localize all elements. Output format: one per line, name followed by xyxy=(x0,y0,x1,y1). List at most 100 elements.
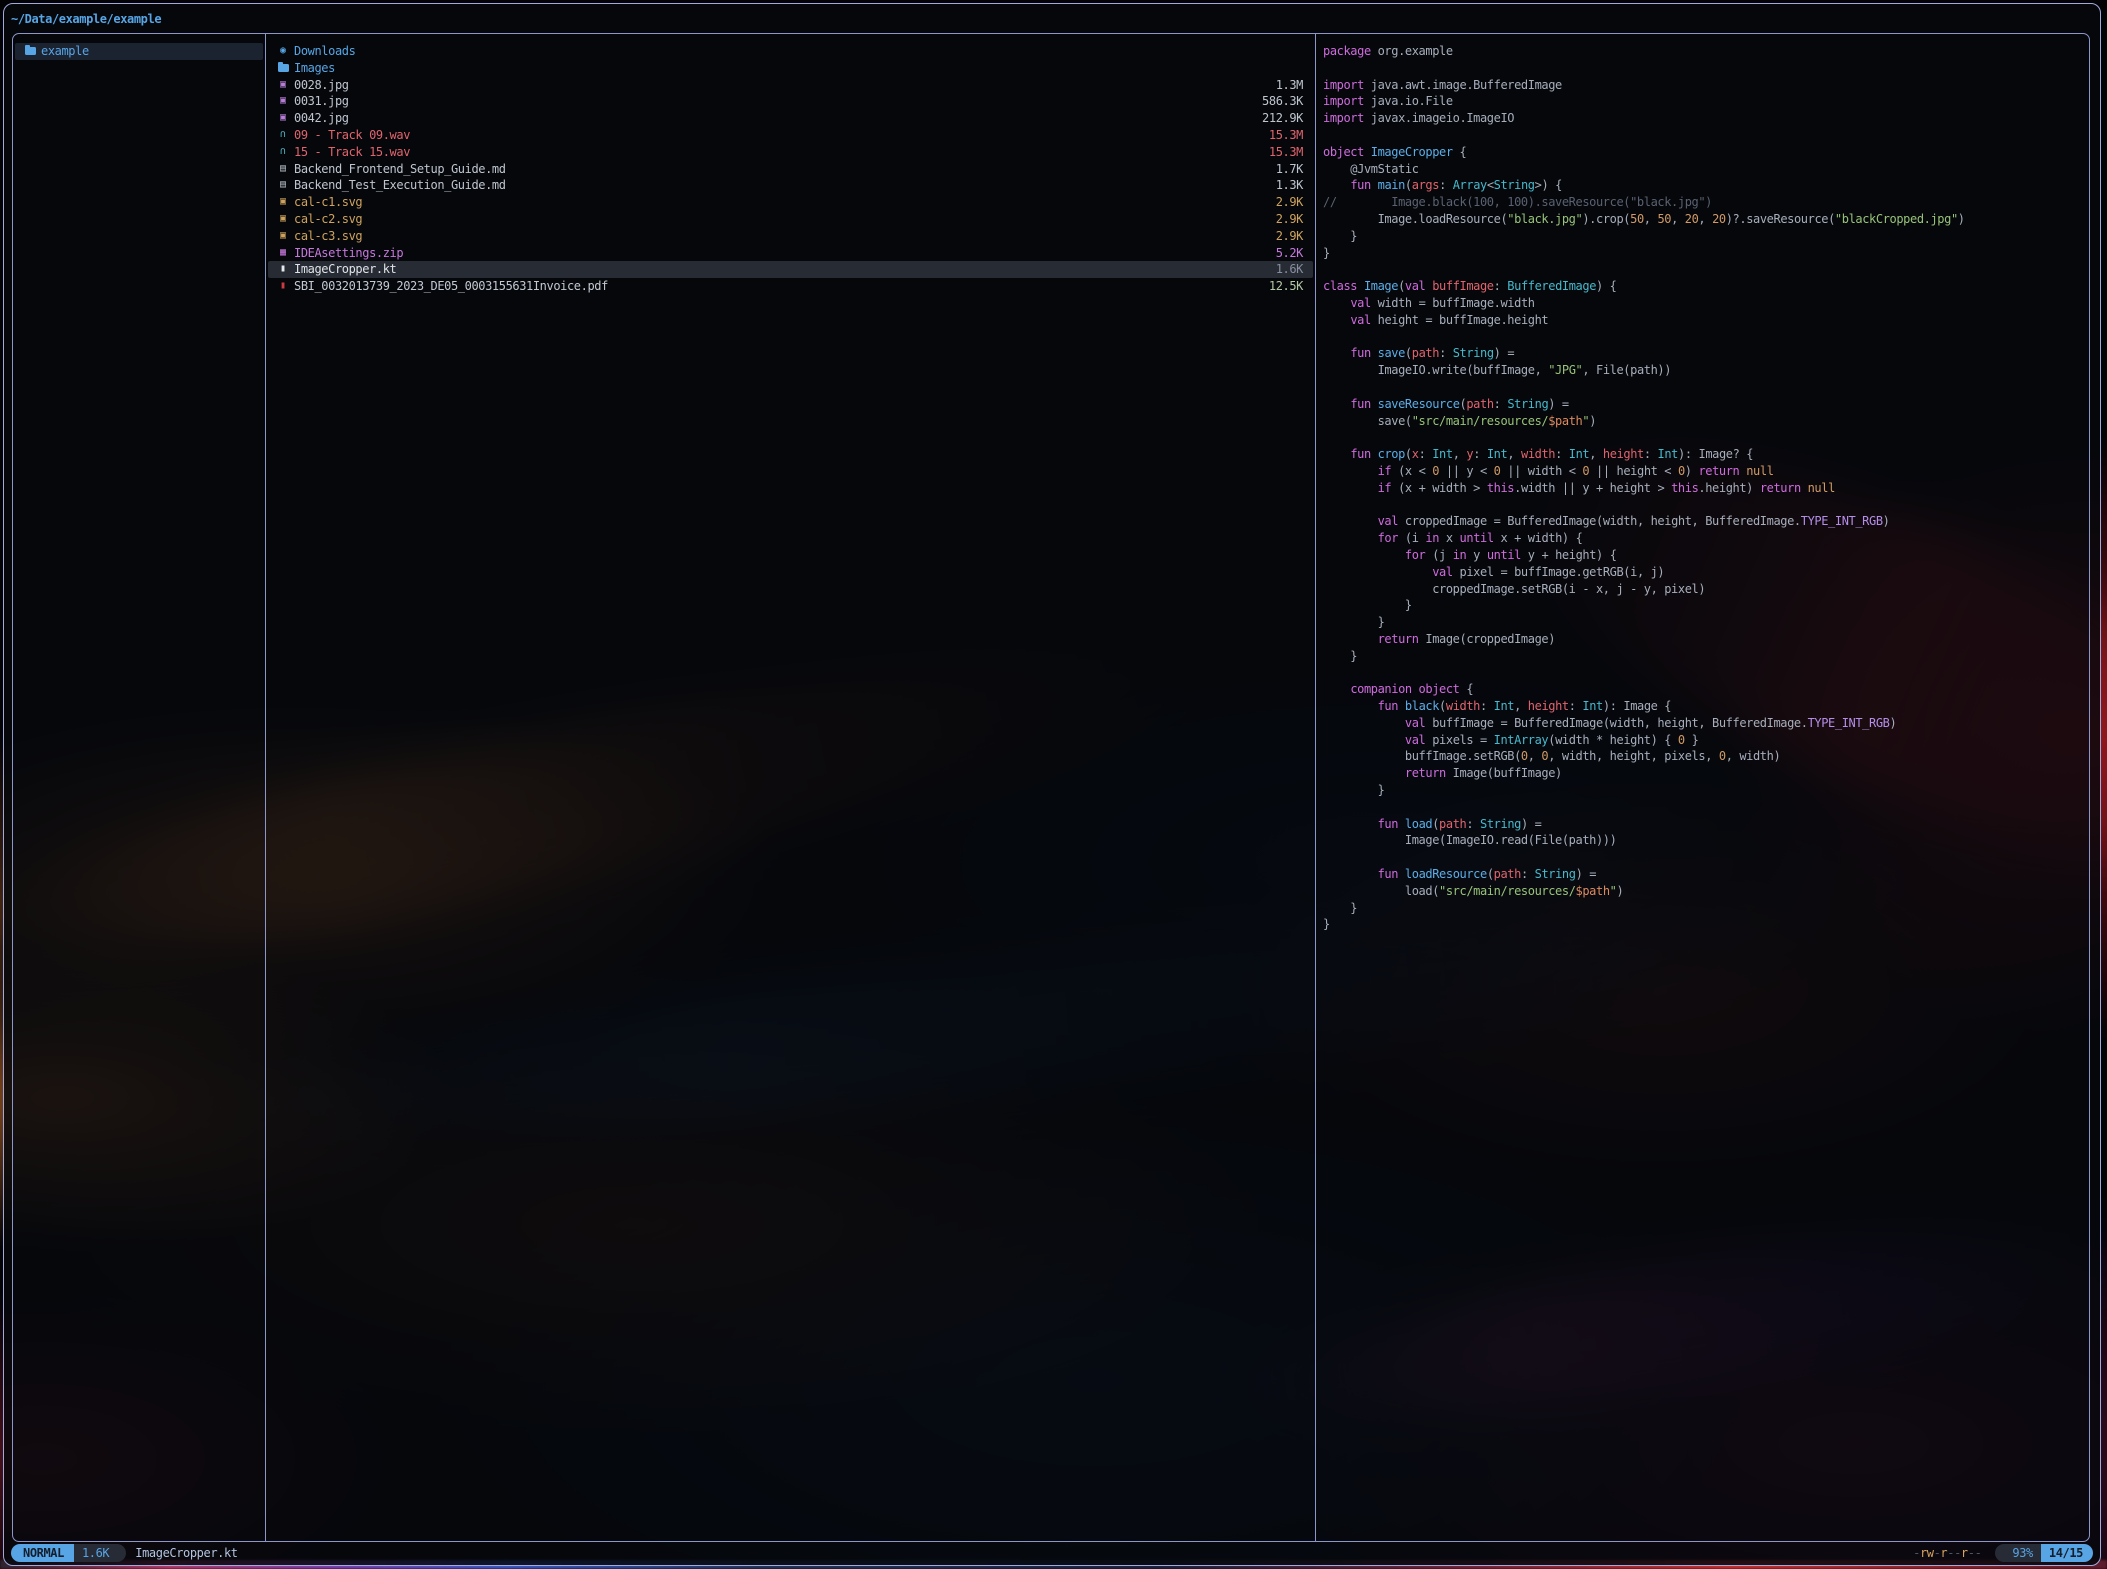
file-name: cal-c2.svg xyxy=(294,211,362,228)
file-row[interactable]: ▮SBI_0032013739_2023_DE05_0003155631Invo… xyxy=(268,278,1313,295)
file-size: 15.3M xyxy=(1259,144,1303,161)
file-row[interactable]: ▣cal-c3.svg2.9K xyxy=(268,228,1313,245)
code-line: val width = buffImage.width xyxy=(1323,295,2081,312)
terminal-window: ~/Data/example/example example ◉Download… xyxy=(3,3,2101,1566)
file-size: 2.9K xyxy=(1266,211,1303,228)
code-line: } xyxy=(1323,245,2081,262)
file-row[interactable]: ▣0042.jpg 212.9K xyxy=(268,110,1313,127)
code-line xyxy=(1323,127,2081,144)
breadcrumb-path: ~/Data/example/example xyxy=(11,9,161,29)
file-row[interactable]: ▣0031.jpg586.3K xyxy=(268,93,1313,110)
file-name: IDEAsettings.zip xyxy=(294,245,403,262)
file-row[interactable]: ▤Backend_Frontend_Setup_Guide.md1.7K xyxy=(268,161,1313,178)
file-row[interactable]: ▦IDEAsettings.zip 5.2K xyxy=(268,245,1313,262)
file-size: 2.9K xyxy=(1266,228,1303,245)
file-manager-panels: example ◉DownloadsImages▣0028.jpg1.3M▣00… xyxy=(12,33,2090,1542)
status-bar: NORMAL 1.6K ImageCropper.kt -rw-r--r-- 9… xyxy=(11,1544,2093,1562)
file-name: SBI_0032013739_2023_DE05_0003155631Invoi… xyxy=(294,278,608,295)
code-line: save("src/main/resources/$path") xyxy=(1323,413,2081,430)
markdown-icon: ▤ xyxy=(275,177,291,194)
list-position-badge: 14/15 xyxy=(2041,1544,2093,1562)
file-icon: ▮ xyxy=(275,261,291,278)
code-line xyxy=(1323,497,2081,514)
file-name: Downloads xyxy=(294,43,355,60)
folder-icon xyxy=(275,64,291,72)
file-size: 5.2K xyxy=(1266,245,1303,262)
code-line: croppedImage.setRGB(i - x, j - y, pixel) xyxy=(1323,581,2081,598)
file-row[interactable]: ◉Downloads xyxy=(268,43,1313,60)
image-icon: ▣ xyxy=(275,228,291,245)
code-line: Image(ImageIO.read(File(path))) xyxy=(1323,832,2081,849)
status-right-group: -rw-r--r-- 93% 14/15 xyxy=(1913,1544,2093,1562)
code-line: } xyxy=(1323,900,2081,917)
code-line: } xyxy=(1323,782,2081,799)
file-size: 212.9K xyxy=(1252,110,1303,127)
code-line xyxy=(1323,60,2081,77)
code-line xyxy=(1323,664,2081,681)
file-permissions: -rw-r--r-- xyxy=(1913,1546,1981,1560)
file-name: example xyxy=(41,43,89,60)
code-line: // Image.black(100, 100).saveResource("b… xyxy=(1323,194,2081,211)
file-size: 1.6K xyxy=(1266,261,1303,278)
file-row[interactable]: ∩15 - Track 15.wav15.3M xyxy=(268,144,1313,161)
badge-cap-icon xyxy=(117,1544,126,1562)
code-line: val croppedImage = BufferedImage(width, … xyxy=(1323,513,2081,530)
code-line: val height = buffImage.height xyxy=(1323,312,2081,329)
file-name: Backend_Test_Execution_Guide.md xyxy=(294,177,506,194)
archive-icon: ▦ xyxy=(275,245,291,262)
file-size: 1.7K xyxy=(1266,161,1303,178)
audio-icon: ∩ xyxy=(275,127,291,144)
code-line xyxy=(1323,799,2081,816)
code-line: object ImageCropper { xyxy=(1323,144,2081,161)
file-name: Backend_Frontend_Setup_Guide.md xyxy=(294,161,506,178)
folder-icon xyxy=(22,47,38,55)
parent-item[interactable]: example xyxy=(15,43,263,60)
code-line: class Image(val buffImage: BufferedImage… xyxy=(1323,278,2081,295)
code-line xyxy=(1323,429,2081,446)
file-row[interactable]: ▣cal-c2.svg 2.9K xyxy=(268,211,1313,228)
image-icon: ▣ xyxy=(275,194,291,211)
code-line: for (j in y until y + height) { xyxy=(1323,547,2081,564)
pdf-icon: ▮ xyxy=(275,278,291,295)
preview-pane[interactable]: package org.example import java.awt.image… xyxy=(1316,34,2089,1541)
code-line: return Image(buffImage) xyxy=(1323,765,2081,782)
scroll-percent-badge: 93% xyxy=(2004,1544,2040,1562)
file-row[interactable]: ▣cal-c1.svg2.9K xyxy=(268,194,1313,211)
file-name: 0042.jpg xyxy=(294,110,349,127)
image-icon: ▣ xyxy=(275,211,291,228)
image-icon: ▣ xyxy=(275,110,291,127)
code-line: package org.example xyxy=(1323,43,2081,60)
file-name: 09 - Track 09.wav xyxy=(294,127,410,144)
code-line xyxy=(1323,379,2081,396)
mode-badge: NORMAL xyxy=(11,1544,74,1562)
code-line: if (x + width > this.width || y + height… xyxy=(1323,480,2081,497)
code-line: import java.io.File xyxy=(1323,93,2081,110)
code-line xyxy=(1323,261,2081,278)
code-line: } xyxy=(1323,614,2081,631)
file-row[interactable]: ▣0028.jpg1.3M xyxy=(268,77,1313,94)
file-row[interactable]: ▤Backend_Test_Execution_Guide.md 1.3K xyxy=(268,177,1313,194)
code-line: buffImage.setRGB(0, 0, width, height, pi… xyxy=(1323,748,2081,765)
code-line: fun black(width: Int, height: Int): Imag… xyxy=(1323,698,2081,715)
code-line: import java.awt.image.BufferedImage xyxy=(1323,77,2081,94)
file-size: 1.3K xyxy=(1266,177,1303,194)
status-left-group: NORMAL 1.6K ImageCropper.kt xyxy=(11,1544,238,1562)
file-row[interactable]: Images xyxy=(268,60,1313,77)
code-line: if (x < 0 || y < 0 || width < 0 || heigh… xyxy=(1323,463,2081,480)
current-pane: ◉DownloadsImages▣0028.jpg1.3M▣0031.jpg58… xyxy=(266,34,1315,1541)
file-name: 0028.jpg xyxy=(294,77,349,94)
audio-icon: ∩ xyxy=(275,144,291,161)
file-row[interactable]: ∩09 - Track 09.wav 15.3M xyxy=(268,127,1313,144)
file-size: 15.3M xyxy=(1259,127,1303,144)
code-line: val pixels = IntArray(width * height) { … xyxy=(1323,732,2081,749)
file-name: ImageCropper.kt xyxy=(294,261,396,278)
file-row[interactable]: ▮ImageCropper.kt 1.6K xyxy=(268,261,1313,278)
file-size-badge: 1.6K xyxy=(74,1544,117,1562)
code-line: } xyxy=(1323,228,2081,245)
code-line: fun load(path: String) = xyxy=(1323,816,2081,833)
code-line: } xyxy=(1323,648,2081,665)
code-line: fun save(path: String) = xyxy=(1323,345,2081,362)
file-name: Images xyxy=(294,60,335,77)
code-line xyxy=(1323,329,2081,346)
code-line: Image.loadResource("black.jpg").crop(50,… xyxy=(1323,211,2081,228)
